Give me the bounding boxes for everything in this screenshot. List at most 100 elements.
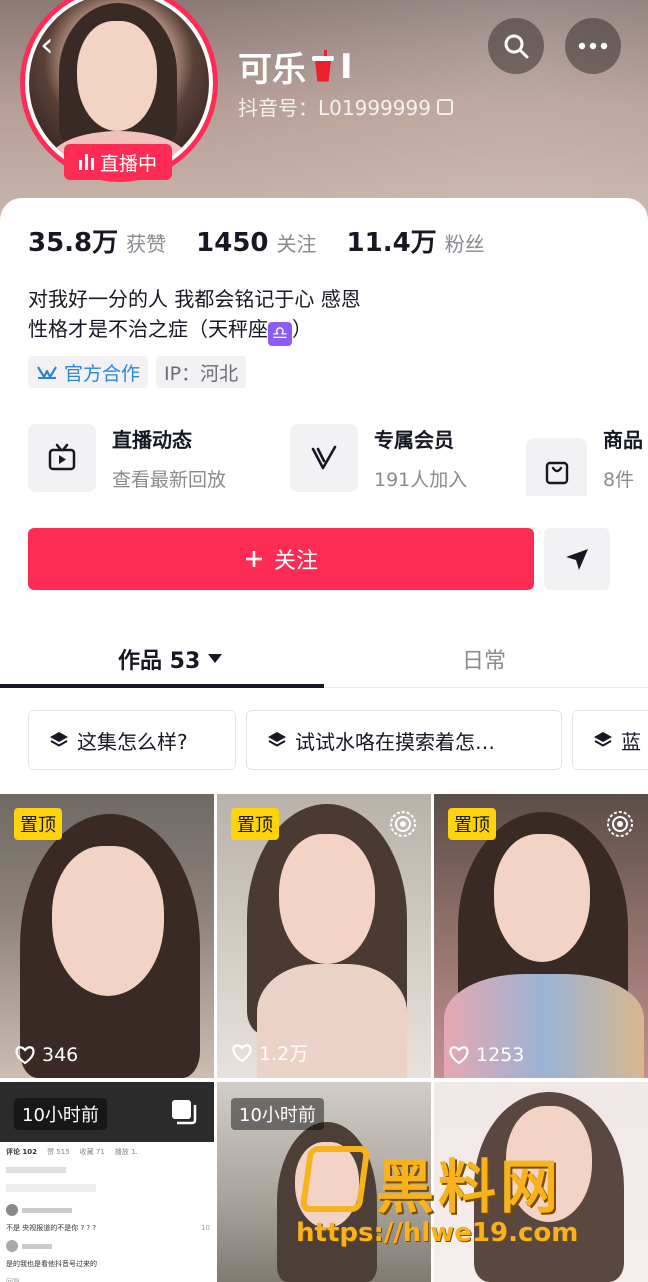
stat-following-label: 关注 — [276, 232, 317, 256]
stat-followers[interactable]: 11.4万 粉丝 — [347, 222, 485, 259]
more-button[interactable] — [565, 18, 621, 74]
tab-daily[interactable]: 日常 — [462, 630, 506, 688]
feature-membership[interactable]: 专属会员 191人加入 — [290, 424, 467, 492]
profile-name-suffix: I — [340, 46, 353, 87]
layers-icon — [594, 732, 612, 747]
tab-daily-label: 日常 — [462, 649, 507, 674]
comment-likes: 10 — [201, 1224, 210, 1232]
stat-following[interactable]: 1450 关注 — [196, 228, 316, 258]
bio-line-2-end: ） — [292, 317, 312, 341]
bag-icon — [526, 437, 588, 496]
caret-down-icon — [208, 654, 223, 663]
follow-button[interactable]: 关注 — [28, 528, 534, 590]
bio-line-1: 对我好一分的人 我都会铭记于心 感恩 — [28, 287, 361, 311]
douyin-id-text: 抖音号：L01999999 — [238, 96, 431, 120]
collection-chip[interactable]: 蓝 — [572, 710, 648, 770]
tab-works-label: 作品 53 — [118, 649, 201, 674]
stat-likes-label: 获赞 — [126, 232, 167, 256]
heart-icon — [15, 1046, 35, 1065]
feature-row: 直播动态 查看最新回放 专属会员 191人加入 商品 8件好 — [28, 424, 648, 496]
search-button[interactable] — [488, 18, 544, 74]
live-bars-icon — [78, 154, 94, 170]
stat-followers-value: 11.4万 — [346, 228, 437, 258]
libra-icon: ♎ — [268, 322, 292, 346]
tab-underline — [0, 684, 324, 688]
profile-header: ‹ 直播中 可乐 I 抖音号：L01999999 — [0, 0, 648, 230]
follow-button-label: 关注 — [273, 549, 318, 574]
more-icon — [578, 42, 608, 50]
video-likes: 346 — [14, 1044, 78, 1066]
search-icon — [504, 34, 529, 59]
layers-icon — [268, 732, 286, 747]
feature-live-sub: 查看最新回放 — [112, 469, 227, 491]
feature-products-title: 商品 — [603, 428, 644, 452]
ip-location-tag: IP：河北 — [156, 356, 247, 388]
video-thumbnail[interactable]: 置顶 1.2万 — [217, 794, 431, 1078]
ip-location-label: IP：河北 — [164, 362, 239, 385]
live-badge-label: 直播中 — [99, 152, 157, 175]
video-likes-count: 346 — [42, 1044, 79, 1066]
copy-icon[interactable] — [436, 98, 453, 115]
pinned-badge: 置顶 — [448, 808, 496, 840]
watermark-overlay: 黑料网 https://hlwe19.com — [296, 1140, 636, 1265]
comment-stat: 赞 515 — [47, 1148, 70, 1156]
feature-membership-title: 专属会员 — [374, 428, 454, 452]
feature-live-title: 直播动态 — [112, 428, 192, 452]
profile-name: 可乐 I — [238, 42, 353, 91]
comment-stat: 收藏 71 — [79, 1148, 105, 1156]
official-partner-label: 官方合作 — [64, 362, 141, 385]
watermark-logo-icon — [299, 1146, 371, 1212]
stat-followers-label: 粉丝 — [444, 232, 485, 256]
content-tabs: 作品 53 日常 — [0, 630, 648, 688]
watermark-url: https://hlwe19.com — [296, 1218, 579, 1248]
collection-chips: 这集怎么样? 试试水咯在摸索着怎… 蓝 — [28, 710, 648, 770]
comment-preview: 评论 102 赞 515 收藏 71 播放 1. 不是 央视报道的不是你 ? ?… — [0, 1142, 214, 1282]
video-likes-count: 1253 — [476, 1044, 525, 1066]
stat-likes[interactable]: 35.8万 获赞 — [28, 222, 166, 259]
live-badge[interactable]: 直播中 — [64, 144, 172, 180]
heart-icon — [232, 1043, 252, 1062]
stats-row: 35.8万 获赞 1450 关注 11.4万 粉丝 — [28, 222, 515, 259]
handshake-icon — [37, 366, 57, 379]
stat-following-value: 1450 — [196, 228, 269, 258]
vip-icon — [290, 424, 358, 492]
comment-count: 评论 102 — [6, 1148, 38, 1156]
back-icon[interactable]: ‹ — [40, 28, 54, 62]
feature-membership-sub: 191人加入 — [374, 469, 468, 491]
bio: 对我好一分的人 我都会铭记于心 感恩 性格才是不治之症（天秤座 ♎） — [28, 284, 361, 346]
bio-line-2-text: 性格才是不治之症（天秤座 — [28, 317, 268, 341]
tab-works[interactable]: 作品 53 — [118, 630, 223, 688]
live-ring-icon — [390, 811, 416, 837]
video-thumbnail[interactable]: 10小时前 评论 102 赞 515 收藏 71 播放 1. 不是 央视报道的不… — [0, 1082, 214, 1282]
profile-card: 35.8万 获赞 1450 关注 11.4万 粉丝 对我好一分的人 我都会铭记于… — [0, 198, 648, 1282]
official-partner-tag[interactable]: 官方合作 — [28, 356, 149, 388]
douyin-id[interactable]: 抖音号：L01999999 — [238, 92, 453, 121]
cola-cup-icon — [312, 49, 334, 82]
pinned-badge: 置顶 — [14, 808, 62, 840]
video-thumbnail[interactable]: 置顶 1253 — [434, 794, 648, 1078]
live-ring-icon — [607, 811, 633, 837]
collection-chip-label: 试试水咯在摸索着怎… — [295, 729, 495, 754]
tv-icon — [28, 424, 96, 492]
collection-chip[interactable]: 这集怎么样? — [28, 710, 236, 770]
feature-products-sub: 8件好 — [603, 469, 635, 491]
plus-icon — [245, 551, 262, 567]
collection-chip[interactable]: 试试水咯在摸索着怎… — [246, 710, 562, 770]
stat-likes-value: 35.8万 — [28, 228, 119, 258]
watermark-title: 黑料网 — [376, 1153, 563, 1221]
comment-text: 不是 央视报道的不是你 ? ? ? — [6, 1224, 97, 1232]
comment-text: 是的我也是看他抖音号过来的 — [6, 1260, 97, 1268]
layers-icon — [50, 732, 68, 747]
message-button[interactable] — [544, 528, 610, 590]
video-likes: 1253 — [448, 1044, 524, 1066]
video-time-badge: 10小时前 — [231, 1098, 324, 1130]
video-thumbnail[interactable]: 置顶 346 — [0, 794, 214, 1078]
comment-stat: 播放 1. — [114, 1148, 138, 1156]
send-icon — [566, 549, 588, 570]
video-likes-count: 1.2万 — [259, 1043, 309, 1065]
feature-products[interactable]: 商品 8件好 — [526, 424, 648, 496]
video-likes: 1.2万 — [231, 1039, 308, 1066]
feature-live-updates[interactable]: 直播动态 查看最新回放 — [28, 424, 226, 492]
pinned-badge: 置顶 — [231, 808, 279, 840]
collection-chip-label: 蓝 — [621, 729, 641, 754]
